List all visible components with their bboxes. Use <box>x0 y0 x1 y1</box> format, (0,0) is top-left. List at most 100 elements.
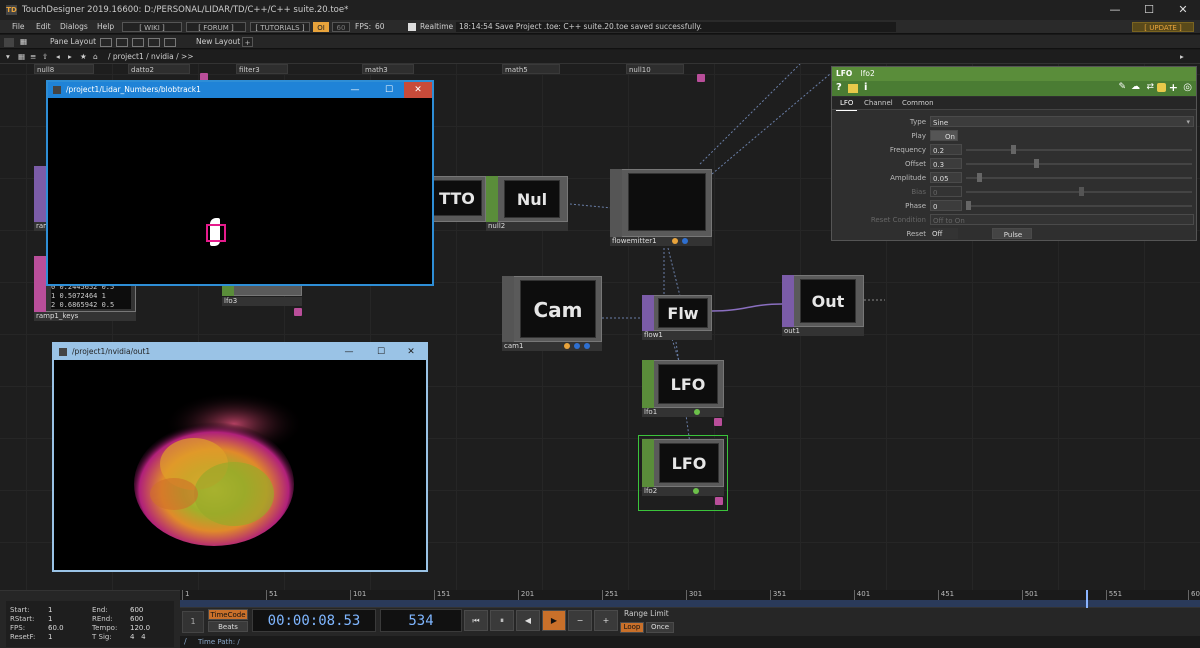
step-plus-button[interactable]: + <box>594 610 618 631</box>
list-view-icon[interactable]: ≡ <box>30 50 36 64</box>
pane-menu-icon[interactable] <box>4 38 14 47</box>
phase-slider[interactable] <box>966 201 1192 210</box>
comment-icon[interactable]: ☁ <box>1131 82 1140 92</box>
target-icon[interactable]: ◎ <box>1183 82 1192 93</box>
node-flag-icon[interactable] <box>574 343 580 349</box>
tutorials-button[interactable]: [ TUTORIALS ] <box>250 22 310 32</box>
node-out1[interactable]: Out out1 <box>782 275 864 339</box>
slider-knob[interactable] <box>977 173 983 182</box>
slider-knob[interactable] <box>1079 187 1084 196</box>
node-flag-icon[interactable] <box>584 343 590 349</box>
op-name-field[interactable]: lfo2 <box>861 69 875 78</box>
pause-button[interactable]: ⏸ <box>490 610 514 631</box>
stat-rend-value[interactable]: 600 <box>130 615 143 624</box>
slider-knob[interactable] <box>1033 159 1039 168</box>
minimize-button[interactable]: — <box>1098 0 1132 20</box>
menu-file[interactable]: File <box>12 20 25 34</box>
node-flag-icon[interactable] <box>564 343 570 349</box>
offset-field[interactable]: 0.3 <box>930 158 962 169</box>
minimize-button[interactable]: — <box>338 344 360 360</box>
phase-field[interactable]: 0 <box>930 200 962 211</box>
node-flag-icon[interactable] <box>715 497 723 505</box>
realtime-checkbox[interactable] <box>408 23 416 31</box>
node-lfo3[interactable]: lfo3 <box>222 284 302 322</box>
node-null2[interactable]: Nul null2 <box>486 176 568 234</box>
type-dropdown[interactable]: Sine <box>930 116 1194 127</box>
timecode-display[interactable]: 00:00:08.53 <box>252 609 376 632</box>
viewer-window-blobtrack[interactable]: /project1/Lidar_Numbers/blobtrack1 — ☐ ✕ <box>46 80 434 286</box>
add-icon[interactable]: + <box>1169 81 1178 94</box>
pane-settings-icon[interactable]: ▸ <box>1180 50 1184 64</box>
slider-knob[interactable] <box>1011 145 1017 154</box>
stat-end-value[interactable]: 600 <box>130 606 143 615</box>
menu-dialogs[interactable]: Dialogs <box>60 20 88 34</box>
amplitude-slider[interactable] <box>966 173 1192 182</box>
home-icon[interactable]: ⌂ <box>93 50 98 64</box>
grid-icon[interactable]: ▦ <box>20 35 27 49</box>
menu-edit[interactable]: Edit <box>36 20 51 34</box>
info-icon[interactable]: i <box>864 82 867 93</box>
node-flow1[interactable]: Flw flow1 <box>642 295 712 343</box>
stat-tsig-value[interactable]: 4 4 <box>130 633 146 642</box>
node-flag-icon[interactable] <box>694 409 700 415</box>
close-button[interactable]: ✕ <box>404 82 432 98</box>
update-button[interactable]: [ UPDATE ] <box>1132 22 1194 32</box>
timecode-button[interactable]: TimeCode <box>208 609 248 620</box>
tab-lfo[interactable]: LFO <box>836 97 858 111</box>
frequency-field[interactable]: 0.2 <box>930 144 962 155</box>
minimize-button[interactable]: — <box>344 82 366 98</box>
layout-split-v-icon[interactable] <box>132 38 144 47</box>
stat-tempo-value[interactable]: 120.0 <box>130 624 150 633</box>
maximize-button[interactable]: ☐ <box>378 82 400 98</box>
timeline-ruler[interactable]: 151101151201251301351401451501551600 <box>180 590 1200 608</box>
node-lfo1[interactable]: LFO lfo1 <box>642 360 724 428</box>
stat-resetf-value[interactable]: 1 <box>48 633 52 642</box>
pulse-button[interactable]: Pulse <box>992 228 1032 239</box>
close-button[interactable]: ✕ <box>400 344 422 360</box>
stat-fps-value[interactable]: 60.0 <box>48 624 64 633</box>
playhead[interactable] <box>1086 590 1088 608</box>
loop-button[interactable]: Loop <box>620 622 644 633</box>
reset-condition-dropdown[interactable]: Off to On <box>930 214 1194 225</box>
step-back-button[interactable]: ◀ <box>516 610 540 631</box>
layout-quad-icon[interactable] <box>164 38 176 47</box>
slider-knob[interactable] <box>966 201 971 210</box>
beats-button[interactable]: Beats <box>208 621 248 632</box>
node-flag-icon[interactable] <box>714 418 722 426</box>
frequency-slider[interactable] <box>966 145 1192 154</box>
back-arrow-icon[interactable]: ◂ <box>56 50 60 64</box>
rewind-button[interactable]: ⏮ <box>464 610 488 631</box>
edit-icon[interactable]: ✎ <box>1118 82 1126 92</box>
time-path[interactable]: Time Path: / <box>180 636 1200 648</box>
help-icon[interactable]: ? <box>836 82 842 93</box>
tab-channel[interactable]: Channel <box>860 97 897 110</box>
menu-help[interactable]: Help <box>97 20 114 34</box>
network-icon[interactable]: ⇄ <box>1146 82 1154 92</box>
up-arrow-icon[interactable]: ⇧ <box>42 50 48 64</box>
node-tto[interactable]: TTO <box>430 176 486 232</box>
frame-display[interactable]: 534 <box>380 609 462 632</box>
layout-single-icon[interactable] <box>100 38 112 47</box>
node-flag-icon[interactable] <box>672 238 678 244</box>
language-icon[interactable] <box>1157 83 1166 92</box>
menu-arrow-icon[interactable]: ▾ <box>6 50 10 64</box>
offset-slider[interactable] <box>966 159 1192 168</box>
forum-button[interactable]: [ FORUM ] <box>186 22 246 32</box>
new-layout-button[interactable]: + <box>242 37 253 47</box>
maximize-button[interactable]: ☐ <box>1132 0 1166 20</box>
maximize-button[interactable]: ☐ <box>370 344 392 360</box>
play-toggle[interactable]: On <box>930 130 958 141</box>
play-button[interactable]: ▶ <box>542 610 566 631</box>
stat-rstart-value[interactable]: 1 <box>48 615 52 624</box>
python-icon[interactable] <box>848 84 858 93</box>
bias-slider[interactable] <box>966 187 1192 196</box>
node-flag-icon[interactable] <box>693 488 699 494</box>
bookmark-star-icon[interactable]: ★ <box>80 50 87 64</box>
grid-view-icon[interactable]: ▦ <box>18 50 25 64</box>
parameter-panel[interactable]: LFO lfo2 ? i ✎ ☁ ⇄ + ◎ LFO Channel Commo… <box>831 66 1197 241</box>
tab-common[interactable]: Common <box>898 97 938 110</box>
amplitude-field[interactable]: 0.05 <box>930 172 962 183</box>
network-path[interactable]: / project1 / nvidia / >> <box>108 50 194 64</box>
node-cam1[interactable]: Cam cam1 <box>502 276 602 356</box>
bias-field[interactable]: 0 <box>930 186 962 197</box>
